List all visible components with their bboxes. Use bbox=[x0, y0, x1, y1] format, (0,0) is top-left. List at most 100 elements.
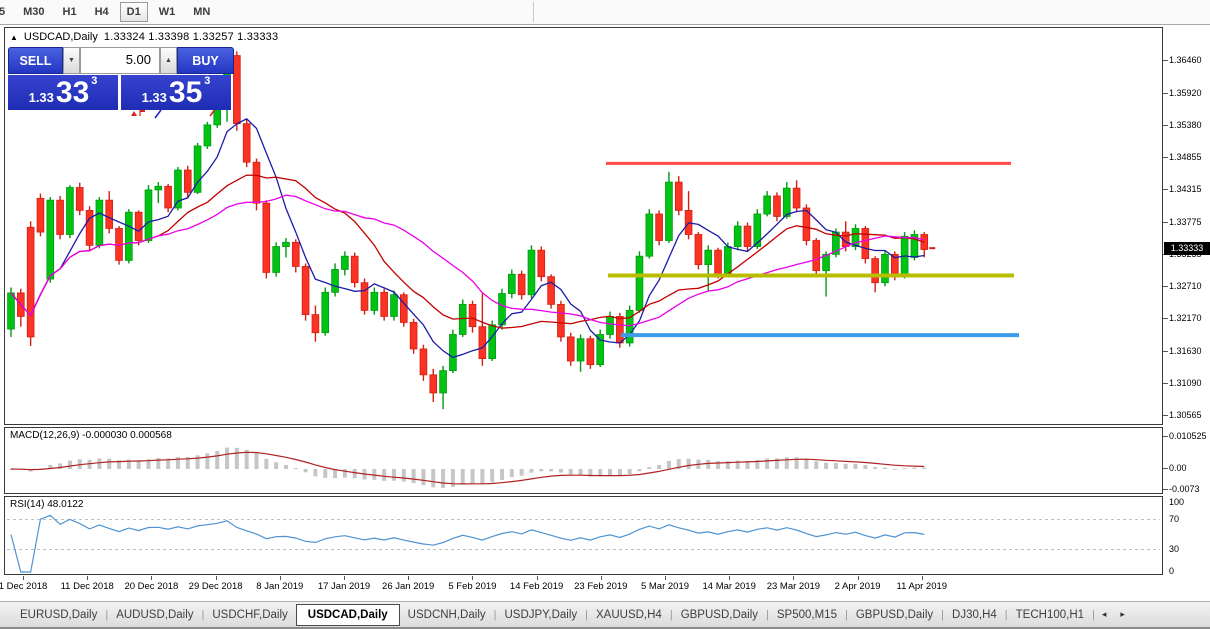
macd-histogram-bar bbox=[765, 459, 769, 469]
candle bbox=[862, 226, 869, 263]
candle bbox=[882, 250, 889, 286]
candle bbox=[764, 191, 771, 216]
buy-quote[interactable]: 1.33 35 3 bbox=[121, 75, 231, 110]
candle bbox=[646, 209, 653, 258]
macd-histogram-bar bbox=[647, 467, 651, 469]
price-axis-label: 1.35380 bbox=[1169, 120, 1202, 130]
tabs-scroll-right-icon[interactable]: ▸ bbox=[1113, 609, 1132, 620]
rsi-axis-label: 0 bbox=[1169, 566, 1174, 576]
macd-histogram-bar bbox=[421, 469, 425, 485]
price-axis-tick bbox=[1163, 60, 1168, 61]
candle bbox=[47, 197, 54, 283]
date-axis-label: 11 Dec 2018 bbox=[61, 581, 114, 592]
date-axis-label: 26 Jan 2019 bbox=[382, 581, 434, 592]
date-axis-tick bbox=[537, 576, 538, 580]
macd-histogram-bar bbox=[844, 464, 848, 469]
timeframe-button-h4[interactable]: H4 bbox=[88, 2, 116, 22]
macd-histogram-bar bbox=[637, 469, 641, 471]
tab-usdcad-daily[interactable]: USDCAD,Daily bbox=[296, 604, 400, 626]
macd-histogram-bar bbox=[461, 469, 465, 485]
candle bbox=[243, 119, 250, 167]
candle bbox=[263, 200, 270, 278]
tabs-scroll-left-icon[interactable]: ◂ bbox=[1095, 609, 1114, 620]
timeframe-button-m30[interactable]: M30 bbox=[16, 2, 51, 22]
candle bbox=[37, 194, 44, 237]
macd-histogram-bar bbox=[323, 469, 327, 478]
tab-tech100-h1[interactable]: TECH100,H1 bbox=[1008, 605, 1092, 625]
price-axis-label: 1.34855 bbox=[1169, 152, 1202, 162]
candle bbox=[901, 232, 908, 278]
candle bbox=[636, 251, 643, 312]
volume-input[interactable]: 5.00 bbox=[80, 47, 160, 74]
tab-dj30-h4[interactable]: DJ30,H4 bbox=[944, 605, 1005, 625]
macd-histogram-bar bbox=[539, 469, 543, 471]
timeframe-button-w1[interactable]: W1 bbox=[152, 2, 183, 22]
candle bbox=[332, 263, 339, 296]
price-axis-tick bbox=[1163, 189, 1168, 190]
macd-histogram-bar bbox=[922, 468, 926, 469]
tab-xauusd-h4[interactable]: XAUUSD,H4 bbox=[588, 605, 670, 625]
tab-eurusd-daily[interactable]: EURUSD,Daily bbox=[12, 605, 105, 625]
macd-histogram-bar bbox=[667, 461, 671, 469]
timeframe-button-h1[interactable]: H1 bbox=[56, 2, 84, 22]
volume-dropdown-icon[interactable]: ▼ bbox=[63, 47, 80, 74]
candle bbox=[685, 191, 692, 239]
timeframe-button-d1[interactable]: D1 bbox=[120, 2, 148, 22]
macd-histogram-bar bbox=[520, 469, 524, 476]
candle bbox=[371, 288, 378, 315]
date-axis-tick bbox=[23, 576, 24, 580]
date-axis-tick bbox=[729, 576, 730, 580]
candle bbox=[322, 288, 329, 336]
tab-audusd-daily[interactable]: AUDUSD,Daily bbox=[108, 605, 201, 625]
candle bbox=[469, 301, 476, 333]
candle bbox=[548, 274, 555, 308]
toolbar-separator bbox=[533, 2, 535, 22]
tab-usdjpy-daily[interactable]: USDJPY,Daily bbox=[496, 605, 585, 625]
timeframe-button-mn[interactable]: MN bbox=[186, 2, 217, 22]
macd-histogram-bar bbox=[814, 461, 818, 469]
rsi-chart bbox=[5, 497, 1162, 574]
macd-panel[interactable] bbox=[4, 427, 1163, 494]
date-axis-tick bbox=[601, 576, 602, 580]
candle bbox=[656, 210, 663, 245]
tab-usdcnh-daily[interactable]: USDCNH,Daily bbox=[400, 605, 494, 625]
candle bbox=[76, 183, 83, 216]
trade-marker-arrow-icon bbox=[131, 111, 137, 116]
tab-usdchf-daily[interactable]: USDCHF,Daily bbox=[204, 605, 295, 625]
candle bbox=[744, 222, 751, 251]
collapse-panel-icon[interactable]: ▲ bbox=[10, 33, 18, 42]
sell-button[interactable]: SELL bbox=[8, 47, 63, 74]
candle bbox=[361, 278, 368, 314]
candle bbox=[155, 182, 162, 203]
timeframe-buttons: 5M30H1H4D1W1MN bbox=[0, 2, 219, 22]
candle bbox=[381, 289, 388, 321]
sell-quote[interactable]: 1.33 33 3 bbox=[8, 75, 118, 110]
price-axis-label: 1.34315 bbox=[1169, 184, 1202, 194]
date-axis-label: 14 Mar 2019 bbox=[703, 581, 756, 592]
tab-sp500-m15[interactable]: SP500,M15 bbox=[769, 605, 845, 625]
macd-histogram-bar bbox=[883, 468, 887, 469]
date-axis-label: 5 Feb 2019 bbox=[448, 581, 496, 592]
tab-gbpusd-daily[interactable]: GBPUSD,Daily bbox=[673, 605, 766, 625]
macd-histogram-bar bbox=[264, 459, 268, 469]
candle bbox=[96, 197, 103, 248]
macd-histogram-bar bbox=[225, 448, 229, 469]
candle bbox=[518, 271, 525, 300]
tab-gbpusd-daily[interactable]: GBPUSD,Daily bbox=[848, 605, 941, 625]
timeframe-button-5[interactable]: 5 bbox=[0, 2, 12, 22]
candle bbox=[430, 369, 437, 402]
candle bbox=[273, 242, 280, 276]
candle bbox=[813, 238, 820, 275]
macd-histogram-bar bbox=[304, 469, 308, 472]
candle bbox=[479, 294, 486, 366]
candle bbox=[400, 292, 407, 326]
price-axis-tick bbox=[1163, 93, 1168, 94]
rsi-panel[interactable] bbox=[4, 496, 1163, 575]
macd-histogram-bar bbox=[893, 469, 897, 470]
price-axis-tick bbox=[1163, 383, 1168, 384]
candle bbox=[911, 230, 918, 260]
price-axis-tick bbox=[1163, 222, 1168, 223]
macd-histogram-bar bbox=[107, 459, 111, 469]
buy-button[interactable]: BUY bbox=[177, 47, 234, 74]
volume-up-icon[interactable]: ▲ bbox=[160, 47, 177, 74]
